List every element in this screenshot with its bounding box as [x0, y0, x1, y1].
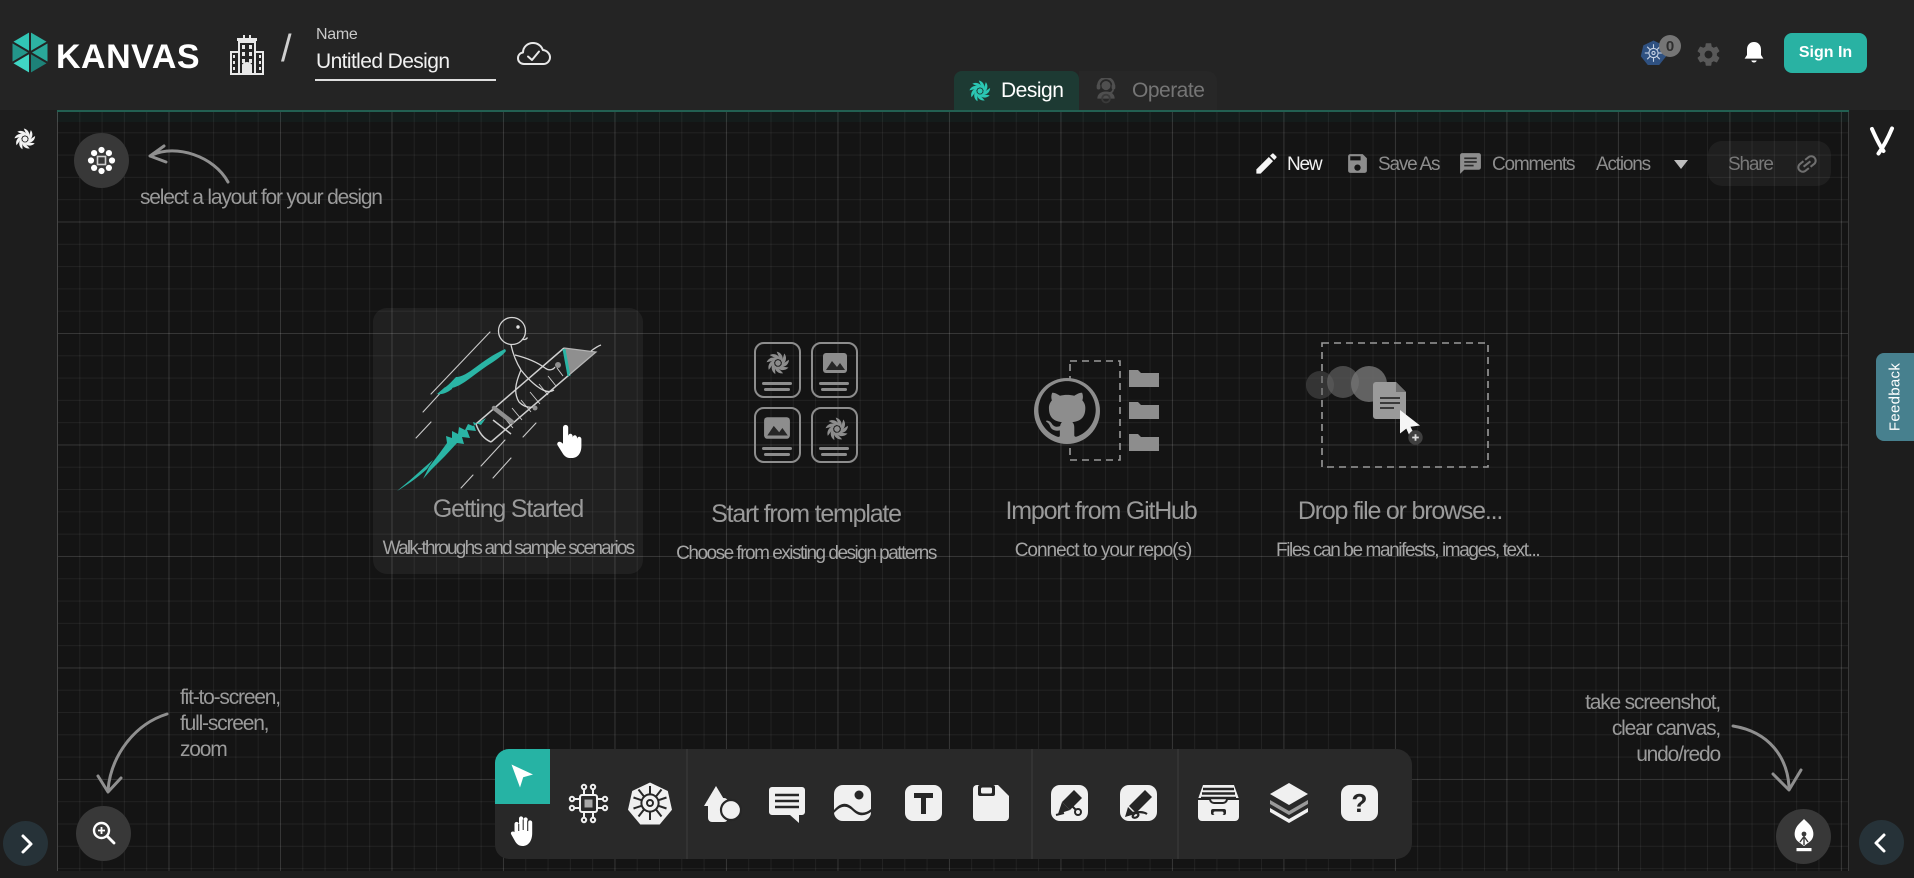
svg-text:?: ? — [1352, 788, 1368, 818]
